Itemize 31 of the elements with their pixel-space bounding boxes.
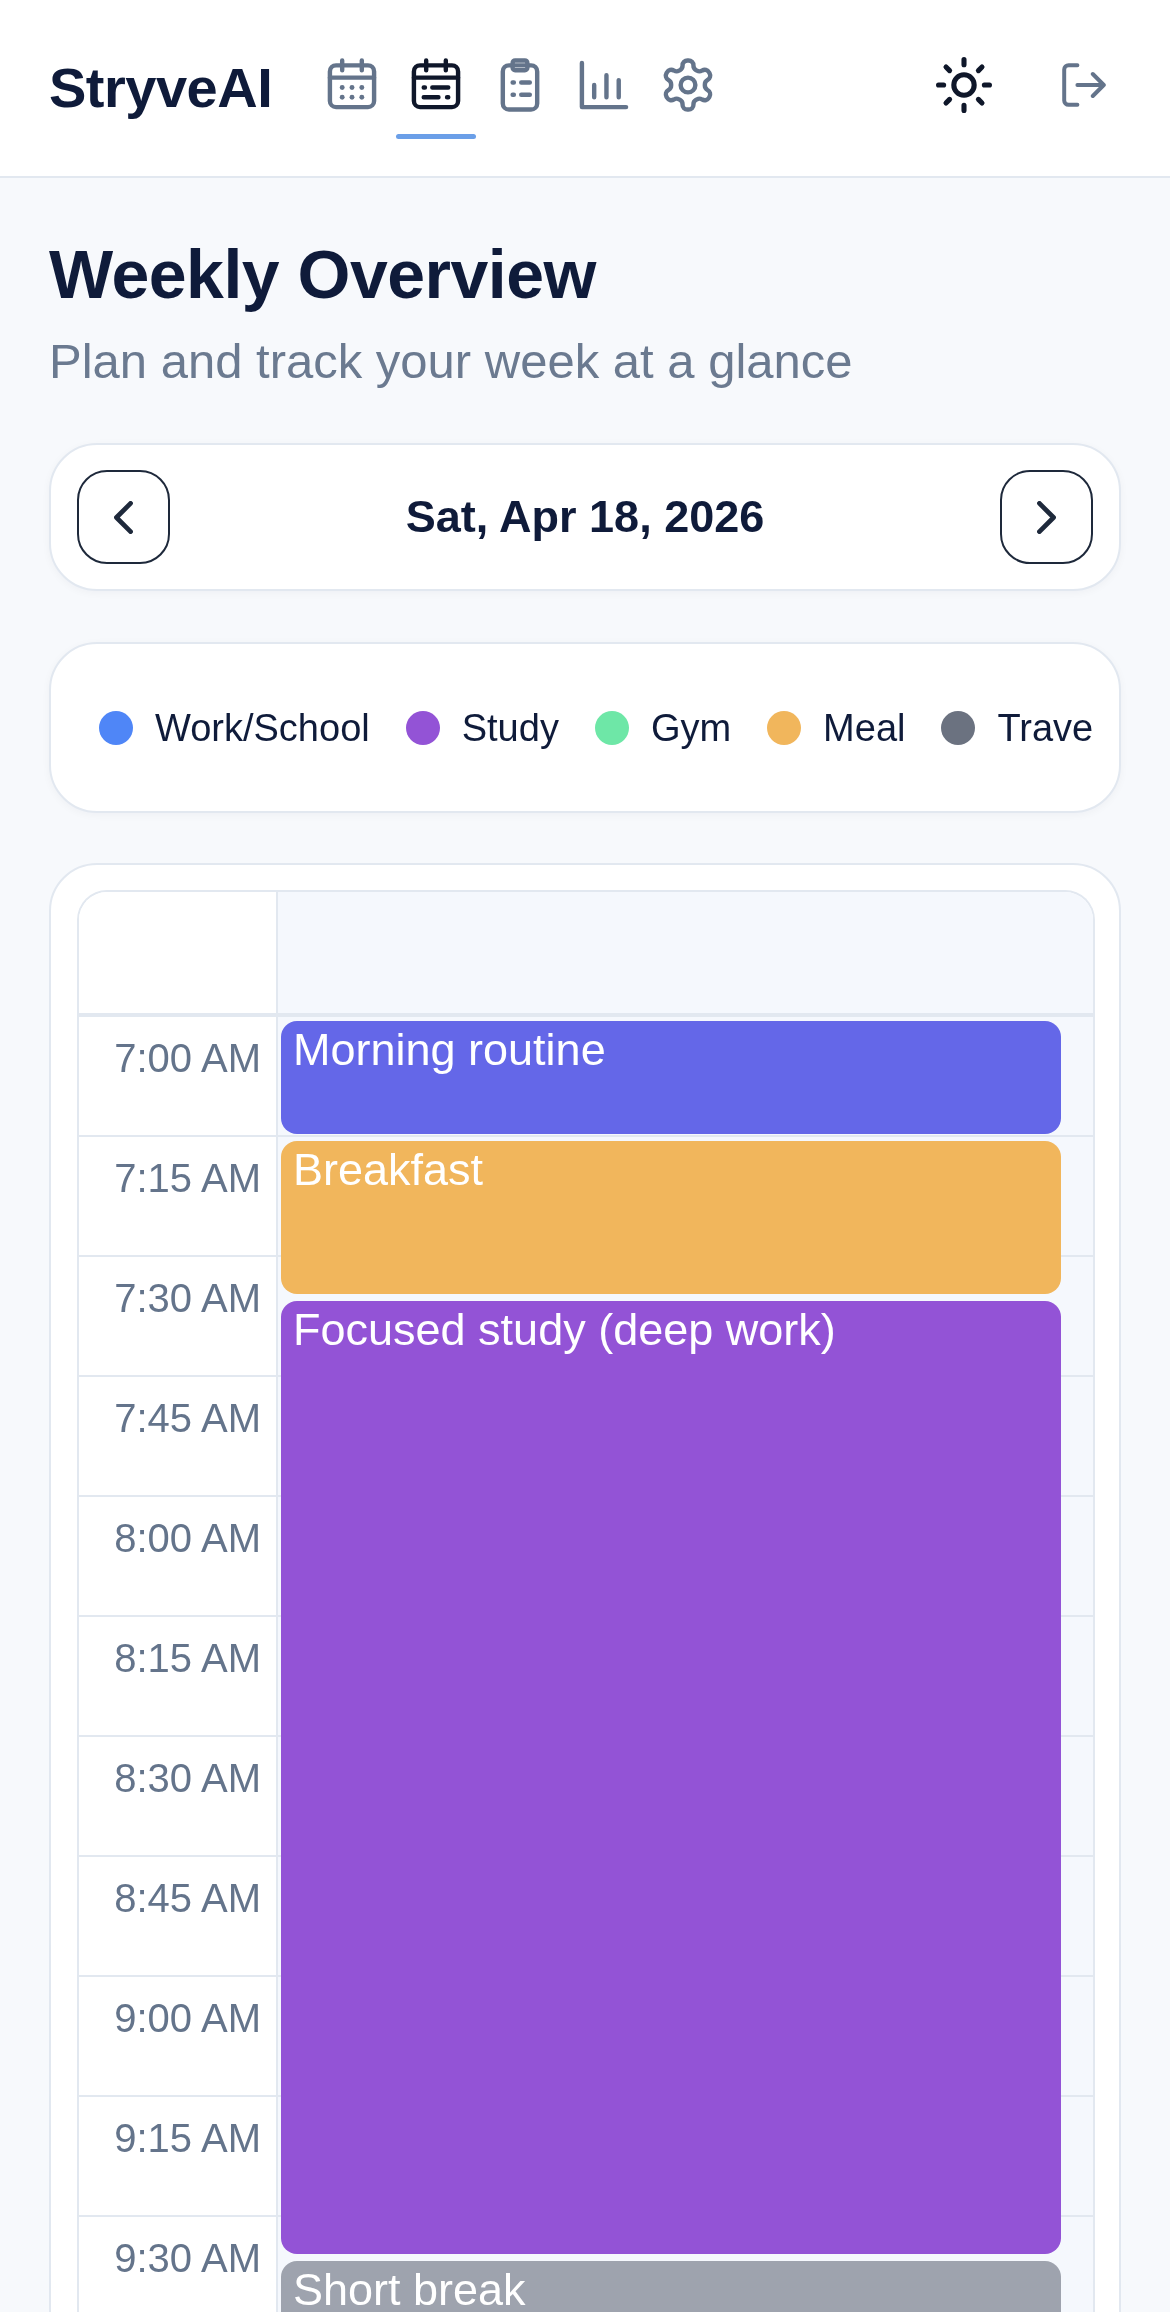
category-label: Trave [997,705,1094,751]
time-label: 8:30 AM [114,1755,261,1802]
time-label: 8:00 AM [114,1515,261,1562]
page-subtitle: Plan and track your week at a glance [49,333,854,390]
current-date: Sat, Apr 18, 2026 [405,491,765,543]
sun-icon [936,57,992,113]
chevron-left-icon [114,500,133,534]
time-label: 9:30 AM [114,2235,261,2282]
event-block[interactable]: Short break [281,2261,1061,2312]
event-block[interactable]: Focused study (deep work) [281,1301,1061,2254]
time-label: 7:30 AM [114,1275,261,1322]
category-label: Work/School [155,705,370,751]
time-label: 7:15 AM [114,1155,261,1202]
time-label: 8:15 AM [114,1635,261,1682]
category-label: Study [461,705,559,751]
page-title: Weekly Overview [49,236,598,312]
category-label: Gym [650,705,732,751]
time-label: 9:00 AM [114,1995,261,2042]
logout-button[interactable] [1062,63,1106,107]
next-day-button[interactable] [1000,470,1093,564]
schedule-tab[interactable] [396,58,477,139]
chevron-right-icon [1037,500,1056,534]
time-label: 8:45 AM [114,1875,261,1922]
time-label: 9:15 AM [114,2115,261,2162]
logout-icon [1062,63,1106,107]
previous-day-button[interactable] [77,470,170,564]
theme-toggle-button[interactable] [936,57,992,113]
category-label: Meal [823,705,906,751]
event-block[interactable]: Morning routine [281,1021,1061,1134]
time-label: 7:00 AM [114,1035,261,1082]
time-label: 7:45 AM [114,1395,261,1442]
